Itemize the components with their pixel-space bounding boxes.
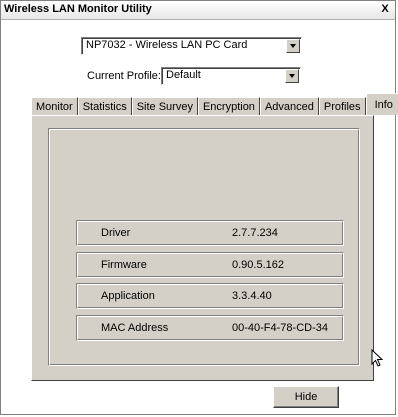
tab-statistics[interactable]: Statistics	[77, 97, 132, 115]
info-tab-panel: Driver 2.7.7.234 Firmware 0.90.5.162 App…	[31, 115, 374, 381]
info-row-firmware: Firmware 0.90.5.162	[76, 252, 344, 278]
tab-info[interactable]: Info	[365, 93, 398, 115]
tab-advanced[interactable]: Advanced	[259, 97, 319, 115]
info-row-application: Application 3.3.4.40	[76, 283, 344, 309]
app-window: Wireless LAN Monitor Utility X NP7032 - …	[0, 0, 398, 415]
application-label: Application	[101, 290, 155, 302]
current-profile-label: Current Profile:	[87, 70, 161, 82]
tab-site-survey[interactable]: Site Survey	[131, 97, 198, 115]
firmware-value: 0.90.5.162	[232, 259, 284, 271]
firmware-label: Firmware	[101, 259, 147, 271]
info-row-mac-address: MAC Address 00-40-F4-78-CD-34	[76, 315, 344, 341]
tab-strip: Monitor Statistics Site Survey Encryptio…	[31, 93, 398, 115]
profile-select[interactable]: Default	[161, 67, 301, 85]
profile-select-value: Default	[166, 69, 201, 81]
driver-value: 2.7.7.234	[232, 227, 278, 239]
application-value: 3.3.4.40	[232, 290, 272, 302]
adapter-select-value: NP7032 - Wireless LAN PC Card	[86, 39, 248, 51]
mac-address-value: 00-40-F4-78-CD-34	[232, 322, 328, 334]
driver-label: Driver	[101, 227, 131, 239]
chevron-down-icon[interactable]	[285, 69, 299, 83]
window-title: Wireless LAN Monitor Utility	[4, 3, 152, 15]
tab-monitor[interactable]: Monitor	[31, 97, 78, 115]
mouse-cursor-icon	[371, 349, 383, 367]
chevron-down-icon[interactable]	[286, 39, 300, 53]
hide-button[interactable]: Hide	[273, 386, 339, 408]
tab-encryption[interactable]: Encryption	[197, 97, 260, 115]
info-row-driver: Driver 2.7.7.234	[76, 220, 344, 246]
adapter-select[interactable]: NP7032 - Wireless LAN PC Card	[81, 37, 302, 55]
title-bar[interactable]: Wireless LAN Monitor Utility X	[1, 1, 395, 20]
tab-profiles[interactable]: Profiles	[318, 97, 366, 115]
mac-address-label: MAC Address	[101, 322, 169, 334]
dialog-body: NP7032 - Wireless LAN PC Card Current Pr…	[1, 20, 398, 414]
close-button[interactable]: X	[378, 3, 392, 16]
